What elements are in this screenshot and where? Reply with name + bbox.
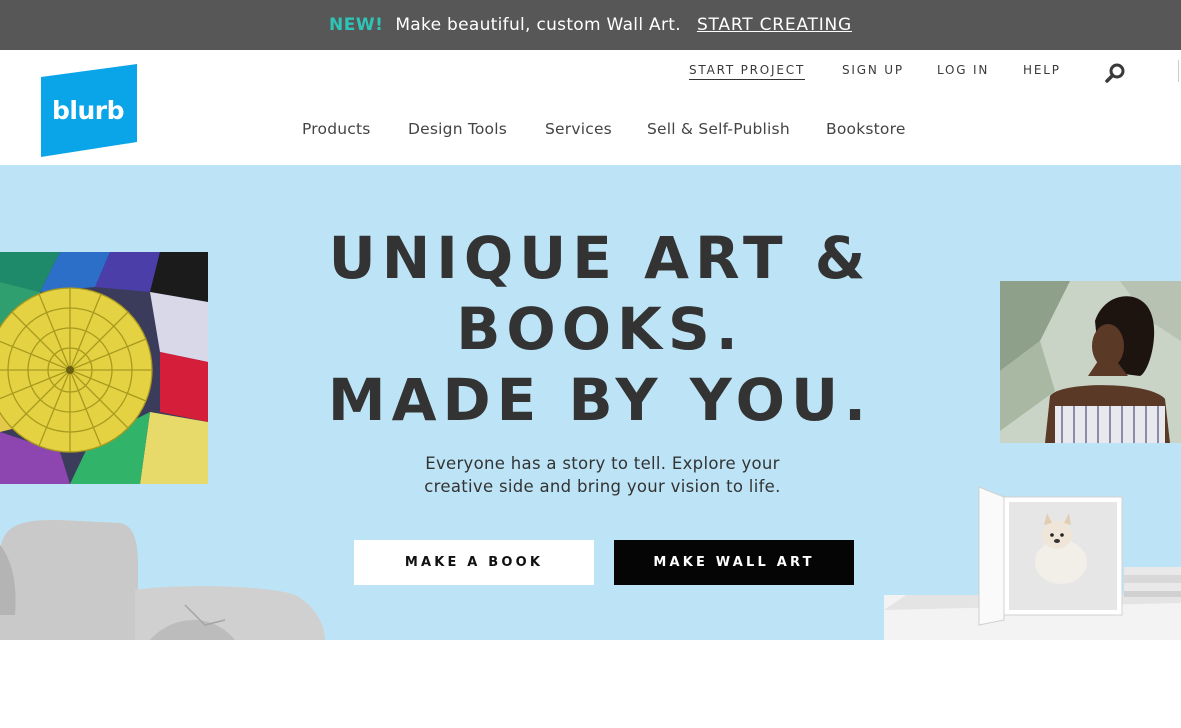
nav-services[interactable]: Services (545, 120, 612, 138)
start-creating-link[interactable]: START CREATING (697, 15, 852, 35)
subtext-line-1: Everyone has a story to tell. Explore yo… (425, 454, 780, 473)
nav-sell-self-publish[interactable]: Sell & Self-Publish (647, 120, 790, 138)
nav-bookstore[interactable]: Bookstore (826, 120, 906, 138)
hero-banner: UNIQUE ART & BOOKS. MADE BY YOU. Everyon… (0, 165, 1181, 640)
headline-line-3: MADE BY YOU. (327, 366, 873, 434)
photo-book-image (884, 486, 1181, 640)
promo-bar: NEW! Make beautiful, custom Wall Art. ST… (0, 0, 1181, 50)
balloon-canvas-image (0, 252, 208, 484)
below-fold-area (0, 640, 1181, 728)
headline-line-2: BOOKS. (456, 295, 744, 363)
make-a-book-button[interactable]: MAKE A BOOK (354, 540, 594, 585)
log-in-link[interactable]: LOG IN (937, 63, 989, 77)
help-link[interactable]: HELP (1023, 63, 1061, 77)
search-icon[interactable] (1104, 62, 1126, 84)
hero-subtext: Everyone has a story to tell. Explore yo… (370, 452, 835, 498)
subtext-line-2: creative side and bring your vision to l… (424, 477, 781, 496)
header-edge-divider (1178, 60, 1179, 82)
headline-line-1: UNIQUE ART & (328, 224, 872, 292)
portrait-canvas-image (1000, 281, 1181, 443)
make-wall-art-button[interactable]: MAKE WALL ART (614, 540, 854, 585)
site-header: blurb START PROJECT SIGN UP LOG IN HELP … (0, 50, 1181, 165)
sign-up-link[interactable]: SIGN UP (842, 63, 904, 77)
start-project-link[interactable]: START PROJECT (689, 63, 806, 80)
promo-badge: NEW! (328, 15, 384, 35)
sofa-image (0, 520, 325, 640)
nav-design-tools[interactable]: Design Tools (408, 120, 507, 138)
nav-products[interactable]: Products (302, 120, 371, 138)
promo-message: Make beautiful, custom Wall Art. (395, 15, 681, 35)
logo-text: blurb (52, 96, 125, 125)
hero-headline: UNIQUE ART & BOOKS. MADE BY YOU. (300, 223, 900, 436)
